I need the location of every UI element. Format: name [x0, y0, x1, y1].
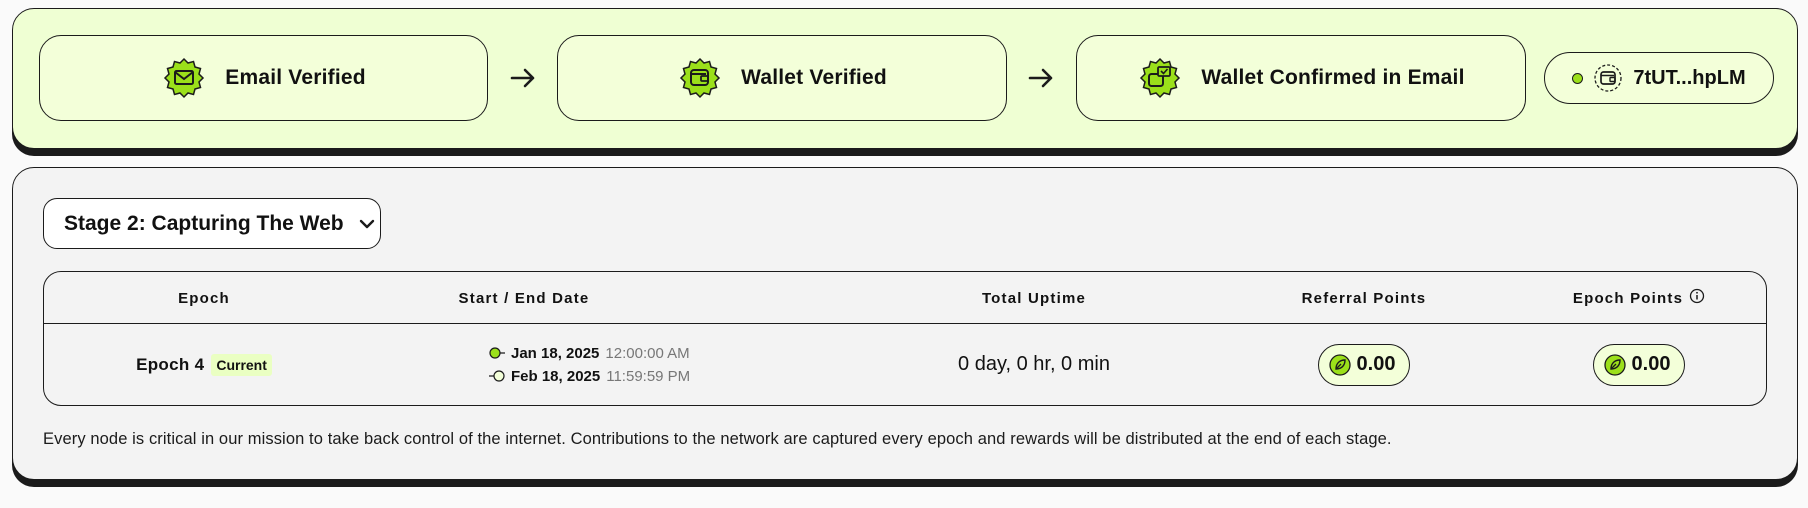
- wallet-address-chip[interactable]: 7tUT...hpLM: [1544, 52, 1774, 104]
- arrow-right-icon: [510, 68, 535, 88]
- current-badge: Current: [211, 353, 272, 376]
- stage-footnote: Every node is critical in our mission to…: [43, 430, 1392, 448]
- end-time: 11:59:59 PM: [606, 367, 691, 385]
- arrow-right-icon: [1028, 68, 1053, 88]
- stage-dropdown-label: Stage 2: Capturing The Web: [64, 211, 344, 235]
- end-marker-icon: [489, 370, 505, 382]
- points-coin-icon: [1603, 353, 1626, 376]
- stage-panel: Stage 2: Capturing The Web Epoch Start /…: [12, 167, 1798, 480]
- epoch-name: Epoch 4: [136, 354, 205, 374]
- header-start-end-date: Start / End Date: [458, 289, 590, 307]
- step-wallet-verified: Wallet Verified: [557, 35, 1007, 121]
- wallet-address: 7tUT...hpLM: [1633, 66, 1746, 89]
- header-epoch: Epoch: [178, 289, 230, 307]
- table-header: Epoch Start / End Date Total Uptime Refe…: [44, 272, 1766, 324]
- step-wallet-confirmed: Wallet Confirmed in Email: [1076, 35, 1526, 121]
- stage-dropdown[interactable]: Stage 2: Capturing The Web: [43, 198, 381, 249]
- points-coin-icon: [1328, 353, 1351, 376]
- email-badge-icon: [164, 57, 205, 99]
- step-label: Wallet Confirmed in Email: [1201, 66, 1465, 89]
- end-date: Feb 18, 2025: [511, 367, 601, 385]
- epoch-table: Epoch Start / End Date Total Uptime Refe…: [43, 271, 1767, 406]
- start-marker-icon: [489, 347, 505, 359]
- cell-total-uptime: 0 day, 0 hr, 0 min: [884, 324, 1184, 405]
- header-referral-points: Referral Points: [1301, 289, 1427, 307]
- start-date-line: Jan 18, 2025 12:00:00 AM: [489, 345, 690, 362]
- chevron-down-icon: [359, 219, 374, 228]
- cell-referral-points: 0.00: [1214, 324, 1514, 405]
- epoch-points-value: 0.00: [1631, 353, 1671, 375]
- header-epoch-points-label: Epoch Points: [1572, 289, 1684, 307]
- wallet-badge-icon: [680, 57, 721, 99]
- header-total-uptime: Total Uptime: [981, 289, 1087, 307]
- cell-epoch-points: 0.00: [1514, 324, 1764, 405]
- referral-points-chip: 0.00: [1317, 343, 1411, 386]
- epoch-points-chip: 0.00: [1592, 343, 1686, 386]
- step-label: Email Verified: [225, 66, 366, 89]
- wallet-confirm-badge-icon: [1140, 57, 1181, 99]
- step-label: Wallet Verified: [741, 66, 887, 89]
- wallet-icon: [1594, 64, 1623, 92]
- header-epoch-points: Epoch Points: [1514, 272, 1764, 324]
- start-date: Jan 18, 2025: [511, 344, 600, 362]
- cell-epoch: Epoch 4 Current: [44, 324, 364, 405]
- table-row: Epoch 4 Current Jan 18, 2025 12:00:00 AM: [44, 324, 1766, 405]
- connection-status-dot: [1572, 72, 1584, 84]
- step-email-verified: Email Verified: [39, 35, 488, 121]
- start-time: 12:00:00 AM: [605, 344, 690, 362]
- total-uptime: 0 day, 0 hr, 0 min: [958, 353, 1110, 375]
- cell-start-end-date: Jan 18, 2025 12:00:00 AM Feb 18, 2025 11…: [489, 324, 749, 405]
- info-icon[interactable]: [1689, 288, 1705, 304]
- referral-points-value: 0.00: [1356, 353, 1396, 375]
- end-date-line: Feb 18, 2025 11:59:59 PM: [489, 368, 690, 385]
- verification-panel: Email Verified Wallet Verified Wallet Co…: [12, 8, 1798, 149]
